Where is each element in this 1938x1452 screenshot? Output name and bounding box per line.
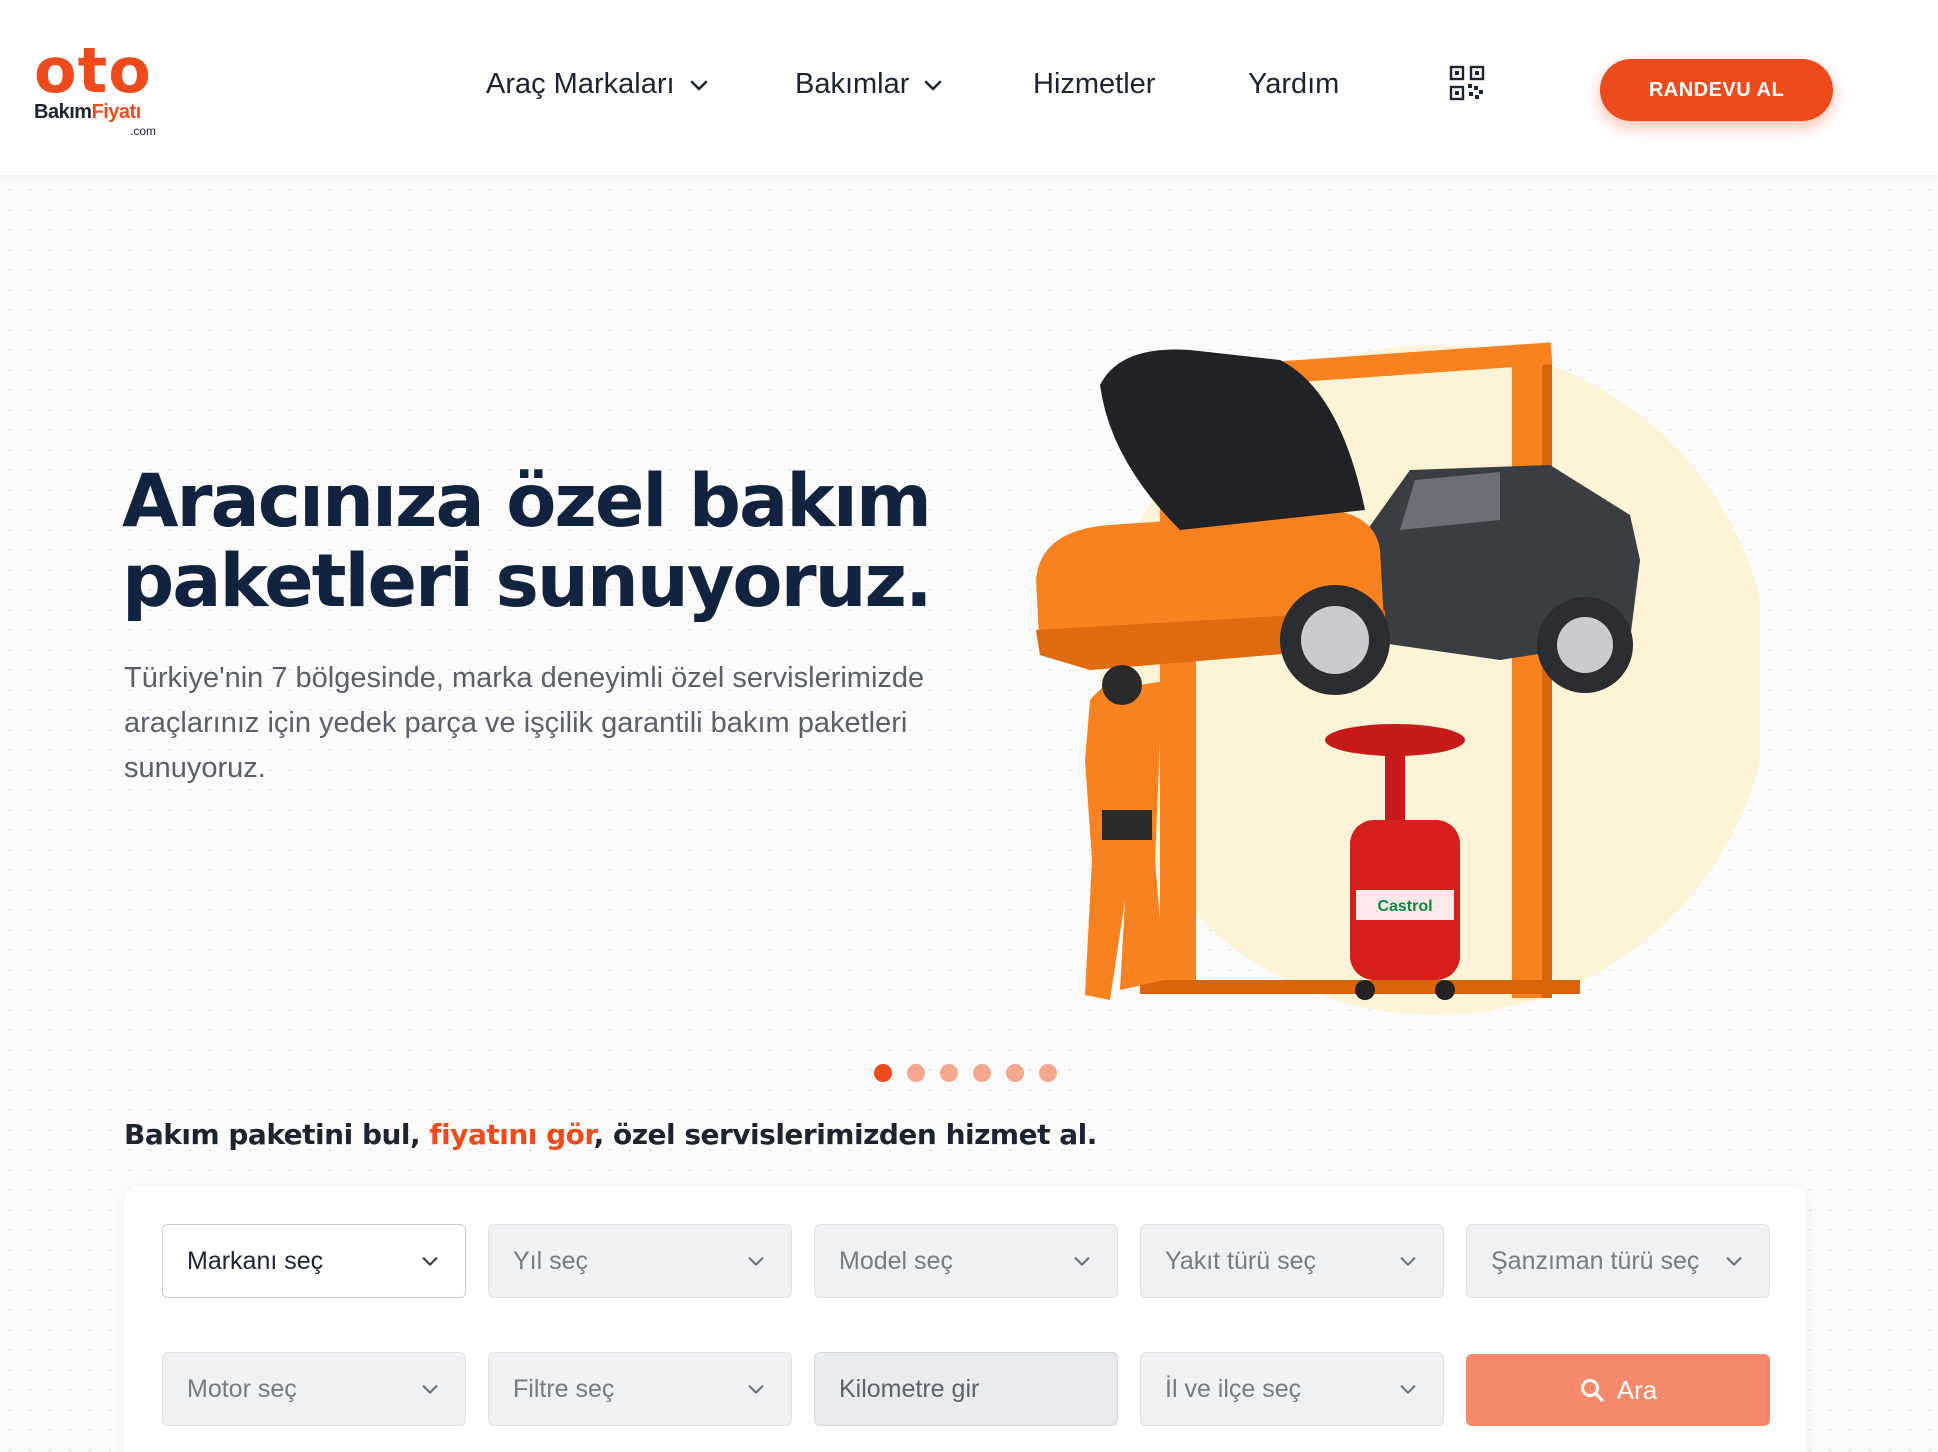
slider-dot[interactable]	[973, 1064, 991, 1082]
chevron-down-icon	[748, 1385, 764, 1394]
kilometer-input[interactable]: Kilometre gir	[814, 1352, 1118, 1426]
nav-item-label: Yardım	[1248, 68, 1340, 100]
nav-item-label: Hizmetler	[1033, 68, 1156, 100]
hero-slider-dots	[874, 1064, 1057, 1082]
nav-item-label: Bakımlar	[795, 68, 910, 100]
tagline-highlight: fiyatını gör	[429, 1118, 594, 1151]
nav-item-arac-markalari[interactable]: Araç Markaları	[486, 68, 709, 101]
nav-item-yardim[interactable]: Yardım	[1248, 68, 1339, 101]
site-logo[interactable]: oto BakımFiyatı .com	[34, 34, 164, 139]
nav-item-bakimlar[interactable]: Bakımlar	[795, 68, 943, 101]
chevron-down-icon	[1074, 1257, 1090, 1266]
chevron-down-icon	[748, 1257, 764, 1266]
brand-select-value: Markanı seç	[187, 1246, 324, 1275]
tagline-part-2: , özel servislerimizden hizmet al.	[593, 1118, 1098, 1151]
gearbox-type-select[interactable]: Şanzıman türü seç	[1466, 1224, 1770, 1298]
tagline-part-1: Bakım paketini bul,	[124, 1118, 430, 1151]
mechanic-head	[1102, 665, 1142, 705]
hero-title-line-2: paketleri sunuyoruz.	[122, 539, 933, 624]
filter-select[interactable]: Filtre seç	[488, 1352, 792, 1426]
nav-item-label: Araç Markaları	[486, 68, 675, 100]
nav-item-hizmetler[interactable]: Hizmetler	[1033, 68, 1155, 101]
logo-subtitle-a: Bakım	[34, 101, 92, 123]
fuel-type-select[interactable]: Yakıt türü seç	[1140, 1224, 1444, 1298]
logo-domain: .com	[130, 124, 157, 138]
year-select[interactable]: Yıl seç	[488, 1224, 792, 1298]
year-select-value: Yıl seç	[513, 1246, 589, 1275]
slider-dot[interactable]	[1006, 1064, 1024, 1082]
search-icon	[1580, 1379, 1604, 1402]
chevron-down-icon	[1400, 1257, 1416, 1266]
logo-subtitle-b: Fiyatı	[91, 101, 142, 123]
qr-code-icon[interactable]	[1448, 64, 1486, 102]
chevron-down-icon	[422, 1257, 438, 1266]
chevron-down-icon	[1726, 1257, 1742, 1266]
slider-dot[interactable]	[907, 1064, 925, 1082]
engine-select[interactable]: Motor seç	[162, 1352, 466, 1426]
chevron-down-icon	[422, 1385, 438, 1394]
hero-title-line-1: Aracınıza özel bakım	[122, 459, 932, 544]
tank-brand-label: Castrol	[1377, 898, 1432, 915]
site-header: oto BakımFiyatı .com Araç Markaları Bakı…	[0, 0, 1938, 175]
appointment-button[interactable]: RANDEVU AL	[1600, 59, 1833, 121]
brand-select[interactable]: Markanı seç	[162, 1224, 466, 1298]
filter-select-value: Filtre seç	[513, 1374, 615, 1403]
chevron-down-icon	[1400, 1385, 1416, 1394]
hero-car-lift-illustration: Castrol	[1036, 342, 1760, 1015]
chevron-down-icon	[690, 80, 707, 90]
search-tagline: Bakım paketini bul, fiyatını gör, özel s…	[124, 1118, 1097, 1151]
model-select[interactable]: Model seç	[814, 1224, 1118, 1298]
search-button-label: Ara	[1616, 1374, 1658, 1405]
search-button[interactable]: Ara	[1466, 1354, 1770, 1426]
logo-wordmark: oto	[34, 34, 152, 107]
gearbox-type-select-value: Şanzıman türü seç	[1491, 1246, 1700, 1275]
chevron-down-icon	[925, 80, 942, 90]
slider-dot[interactable]	[940, 1064, 958, 1082]
slider-dot[interactable]	[1039, 1064, 1057, 1082]
model-select-value: Model seç	[839, 1246, 953, 1275]
kilometer-input-placeholder: Kilometre gir	[839, 1374, 980, 1403]
location-select[interactable]: İl ve ilçe seç	[1140, 1352, 1444, 1426]
car-window	[1400, 472, 1500, 530]
hero-title: Aracınıza özel bakım paketleri sunuyoruz…	[122, 462, 962, 622]
fuel-type-select-value: Yakıt türü seç	[1165, 1246, 1316, 1275]
slider-dot[interactable]	[874, 1064, 892, 1082]
engine-select-value: Motor seç	[187, 1374, 297, 1403]
hero-description: Türkiye'nin 7 bölgesinde, marka deneyiml…	[124, 662, 925, 784]
location-select-value: İl ve ilçe seç	[1165, 1374, 1302, 1403]
